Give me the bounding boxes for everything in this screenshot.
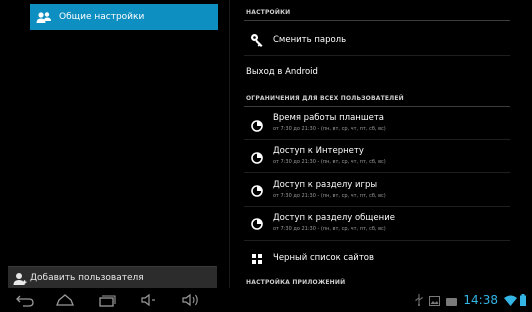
clock-icon bbox=[250, 183, 264, 197]
restriction-title: Доступ к Интернету bbox=[273, 146, 364, 156]
users-settings-icon bbox=[36, 10, 52, 24]
restriction-title: Доступ к разделу общение bbox=[273, 213, 395, 223]
usb-icon bbox=[415, 291, 423, 310]
home-icon[interactable] bbox=[54, 292, 76, 308]
pane-divider bbox=[229, 0, 230, 288]
status-bar: 14:38 bbox=[409, 293, 526, 307]
divider bbox=[244, 240, 510, 241]
divider bbox=[244, 106, 510, 107]
right-pane: НАСТРОЙКИ Сменить пароль Выход в Android… bbox=[240, 0, 512, 288]
image-icon bbox=[429, 291, 441, 310]
volume-down-icon[interactable] bbox=[138, 292, 160, 308]
battery-icon bbox=[520, 291, 526, 310]
back-icon[interactable] bbox=[14, 292, 36, 308]
volume-up-icon[interactable] bbox=[180, 292, 202, 308]
wifi-icon bbox=[504, 291, 517, 310]
exit-android-label: Выход в Android bbox=[246, 67, 318, 77]
screen: Общие настройки Добавить пользователя НА… bbox=[0, 0, 532, 312]
restriction-title: Доступ к разделу игры bbox=[273, 180, 378, 190]
clock-icon bbox=[250, 150, 264, 164]
sidebar-item-label: Общие настройки bbox=[59, 12, 145, 22]
restriction-subtitle: от 7:30 до 21:30 - (пн, вт, ср, чт, пт, … bbox=[273, 226, 386, 232]
recents-icon[interactable] bbox=[96, 292, 118, 308]
divider bbox=[244, 172, 510, 173]
storage-icon bbox=[446, 291, 458, 310]
clock-icon bbox=[250, 118, 264, 132]
section-header-apps: НАСТРОЙКА ПРИЛОЖЕНИЙ bbox=[246, 279, 346, 286]
restriction-subtitle: от 7:30 до 21:30 - (пн, вт, ср, чт, пт, … bbox=[273, 159, 386, 165]
divider bbox=[244, 20, 510, 21]
restriction-subtitle: от 7:30 до 21:30 - (пн, вт, ср, чт, пт, … bbox=[273, 126, 386, 132]
clock-icon bbox=[250, 216, 264, 230]
restriction-subtitle: от 7:30 до 21:30 - (пн, вт, ср, чт, пт, … bbox=[273, 193, 386, 199]
divider bbox=[244, 206, 510, 207]
add-user-label: Добавить пользователя bbox=[30, 272, 144, 283]
status-clock: 14:38 bbox=[463, 293, 498, 307]
divider bbox=[244, 55, 510, 56]
left-pane: Общие настройки Добавить пользователя bbox=[0, 0, 218, 288]
key-icon bbox=[250, 32, 264, 47]
divider bbox=[244, 139, 510, 140]
grid-icon bbox=[250, 251, 264, 265]
add-user-icon bbox=[13, 271, 27, 285]
restriction-title: Время работы планшета bbox=[273, 113, 385, 123]
section-header-settings: НАСТРОЙКИ bbox=[246, 9, 291, 16]
sidebar-item-general-settings[interactable]: Общие настройки bbox=[30, 4, 218, 30]
change-password-label: Сменить пароль bbox=[273, 35, 347, 45]
blacklist-label: Черный список сайтов bbox=[273, 253, 374, 263]
add-user-button[interactable]: Добавить пользователя bbox=[8, 266, 217, 288]
section-header-restrictions: ОГРАНИЧЕНИЯ ДЛЯ ВСЕХ ПОЛЬЗОВАТЕЛЕЙ bbox=[246, 95, 404, 102]
